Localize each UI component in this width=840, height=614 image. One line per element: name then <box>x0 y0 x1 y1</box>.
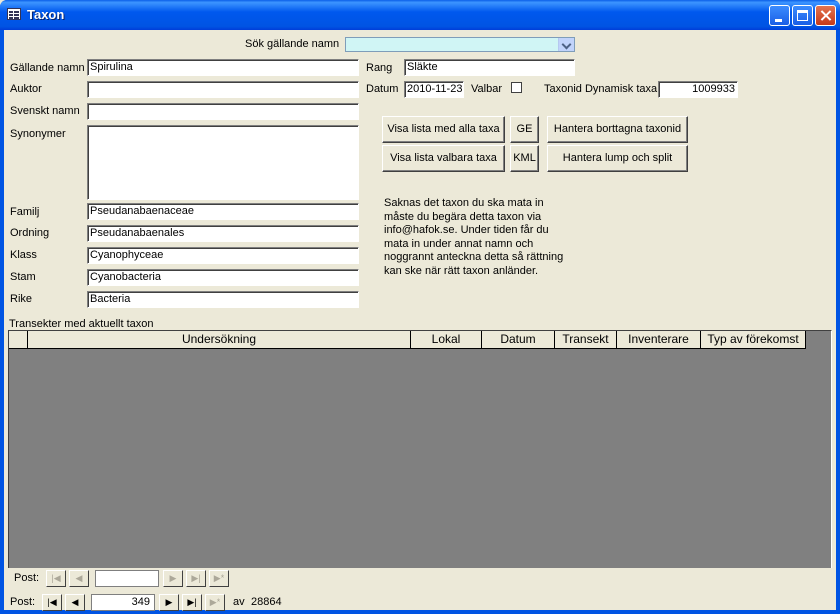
subform-record-field[interactable] <box>95 570 159 587</box>
chevron-down-icon[interactable] <box>558 38 574 51</box>
valbar-label: Valbar <box>471 83 502 95</box>
svenskt-namn-label: Svenskt namn <box>10 105 80 117</box>
column-header-undersokning[interactable]: Undersökning <box>28 331 411 349</box>
familj-field[interactable]: Pseudanabaenaceae <box>87 203 359 220</box>
hantera-borttagna-button[interactable]: Hantera borttagna taxonid <box>547 116 688 143</box>
datum-label: Datum <box>366 83 399 95</box>
stam-label: Stam <box>10 271 36 283</box>
main-navigation: Post: |◀ ◀ 349 ▶ ▶| ▶* av 28864 <box>4 592 836 612</box>
synonymer-field[interactable] <box>87 125 359 200</box>
taxonid-field[interactable]: 1009933 <box>658 81 738 98</box>
new-record-icon[interactable]: ▶* <box>205 594 225 611</box>
subform-label: Transekter med aktuellt taxon <box>9 318 154 330</box>
first-record-icon[interactable]: |◀ <box>46 570 66 587</box>
form-icon[interactable] <box>7 8 21 20</box>
gallande-namn-field[interactable]: Spirulina <box>87 59 359 76</box>
rike-label: Rike <box>10 293 33 305</box>
gallande-namn-label: Gällande namn <box>10 62 85 74</box>
taxonid-label: Taxonid Dynamisk taxa <box>544 83 658 95</box>
datum-field[interactable]: 2010-11-23 <box>404 81 464 98</box>
of-label: av <box>233 596 245 608</box>
main-nav-label: Post: <box>10 596 36 608</box>
prev-record-icon[interactable]: ◀ <box>69 570 89 587</box>
transekter-subform[interactable]: Undersökning Lokal Datum Transekt Invent… <box>8 330 832 587</box>
visa-valbara-taxa-button[interactable]: Visa lista valbara taxa <box>382 145 505 172</box>
info-text: Saknas det taxon du ska mata in måste du… <box>384 197 564 277</box>
rang-label: Rang <box>366 62 393 74</box>
column-header-inventerare[interactable]: Inventerare <box>617 331 701 349</box>
column-header-transekt[interactable]: Transekt <box>555 331 617 349</box>
subform-nav-label: Post: <box>14 572 40 584</box>
familj-label: Familj <box>10 206 40 218</box>
main-record-field[interactable]: 349 <box>91 594 155 611</box>
row-selector-header[interactable] <box>9 331 28 349</box>
search-combo[interactable] <box>345 37 575 52</box>
auktor-label: Auktor <box>10 83 42 95</box>
ordning-field[interactable]: Pseudanabaenales <box>87 225 359 242</box>
stam-field[interactable]: Cyanobacteria <box>87 269 359 286</box>
title-bar[interactable]: Taxon <box>0 0 840 30</box>
window-title: Taxon <box>27 7 65 22</box>
new-record-icon[interactable]: ▶* <box>209 570 229 587</box>
klass-label: Klass <box>10 249 37 261</box>
svenskt-namn-field[interactable] <box>87 103 359 120</box>
rang-field[interactable]: Släkte <box>404 59 575 76</box>
auktor-field[interactable] <box>87 81 359 98</box>
hantera-lump-split-button[interactable]: Hantera lump och split <box>547 145 688 172</box>
close-button[interactable] <box>815 5 836 26</box>
next-record-icon[interactable]: ▶ <box>159 594 179 611</box>
ge-button[interactable]: GE <box>510 116 539 143</box>
last-record-icon[interactable]: ▶| <box>186 570 206 587</box>
total-records: 28864 <box>251 596 282 608</box>
prev-record-icon[interactable]: ◀ <box>65 594 85 611</box>
next-record-icon[interactable]: ▶ <box>163 570 183 587</box>
rike-field[interactable]: Bacteria <box>87 291 359 308</box>
column-header-datum[interactable]: Datum <box>482 331 555 349</box>
ordning-label: Ordning <box>10 227 50 239</box>
first-record-icon[interactable]: |◀ <box>42 594 62 611</box>
column-header-typ-av-forekomst[interactable]: Typ av förekomst <box>701 331 806 349</box>
valbar-checkbox[interactable] <box>511 82 522 93</box>
kml-button[interactable]: KML <box>510 145 539 172</box>
column-header-lokal[interactable]: Lokal <box>411 331 482 349</box>
subform-navigation: Post: |◀ ◀ ▶ ▶| ▶* <box>8 568 832 588</box>
form-area: Sök gällande namn Gällande namn Spirulin… <box>4 30 836 612</box>
synonymer-label: Synonymer <box>10 128 66 140</box>
minimize-button[interactable] <box>769 5 790 26</box>
maximize-button[interactable] <box>792 5 813 26</box>
search-label: Sök gällande namn <box>245 38 340 50</box>
visa-alla-taxa-button[interactable]: Visa lista med alla taxa <box>382 116 505 143</box>
klass-field[interactable]: Cyanophyceae <box>87 247 359 264</box>
last-record-icon[interactable]: ▶| <box>182 594 202 611</box>
